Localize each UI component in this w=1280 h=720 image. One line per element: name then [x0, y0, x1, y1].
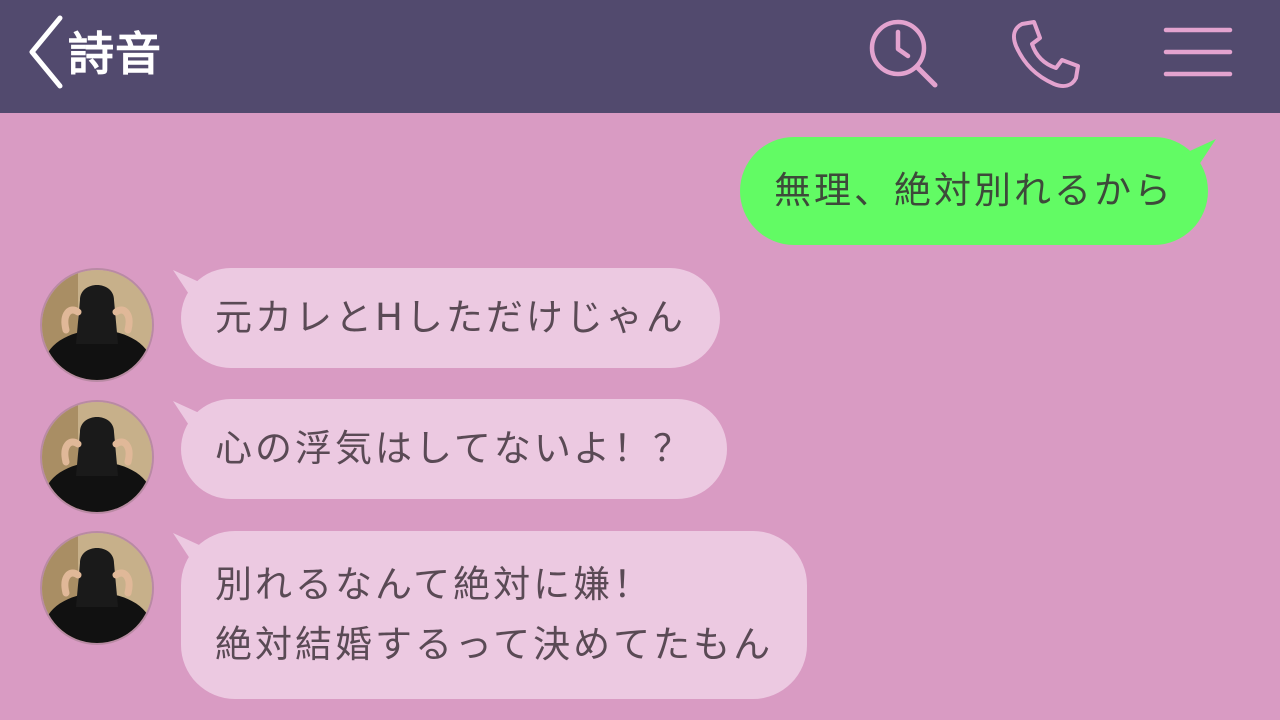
call-button[interactable] — [1006, 14, 1086, 94]
message-bubble-incoming[interactable]: 心の浮気はしてないよ！？ — [181, 399, 728, 499]
avatar-photo-icon — [42, 270, 152, 380]
chat-header: 詩音 — [0, 0, 1280, 113]
avatar-photo-icon — [42, 533, 152, 643]
avatar[interactable] — [40, 531, 154, 645]
history-search-button[interactable] — [864, 14, 944, 94]
menu-icon — [1163, 27, 1233, 77]
message-text: 元カレとHしただけじゃん — [215, 296, 686, 339]
chevron-left-icon — [29, 15, 63, 89]
message-bubble-outgoing[interactable]: 無理、絶対別れるから — [740, 137, 1208, 245]
back-button[interactable] — [22, 12, 74, 92]
message-text-line: 絶対結婚するって決めてたもん — [215, 623, 774, 666]
avatar[interactable] — [40, 268, 154, 382]
message-bubble-incoming[interactable]: 元カレとHしただけじゃん — [181, 268, 720, 368]
message-text: 無理、絶対別れるから — [774, 169, 1174, 212]
phone-icon — [1012, 20, 1080, 88]
avatar[interactable] — [40, 400, 154, 514]
message-text-line: 別れるなんて絶対に嫌！ — [215, 563, 654, 606]
avatar-photo-icon — [42, 402, 152, 512]
menu-button[interactable] — [1158, 14, 1238, 94]
contact-name: 詩音 — [68, 27, 162, 81]
clock-search-icon — [869, 19, 938, 88]
message-text: 心の浮気はしてないよ！？ — [215, 427, 694, 470]
message-bubble-incoming[interactable]: 別れるなんて絶対に嫌！ 絶対結婚するって決めてたもん — [181, 531, 808, 699]
